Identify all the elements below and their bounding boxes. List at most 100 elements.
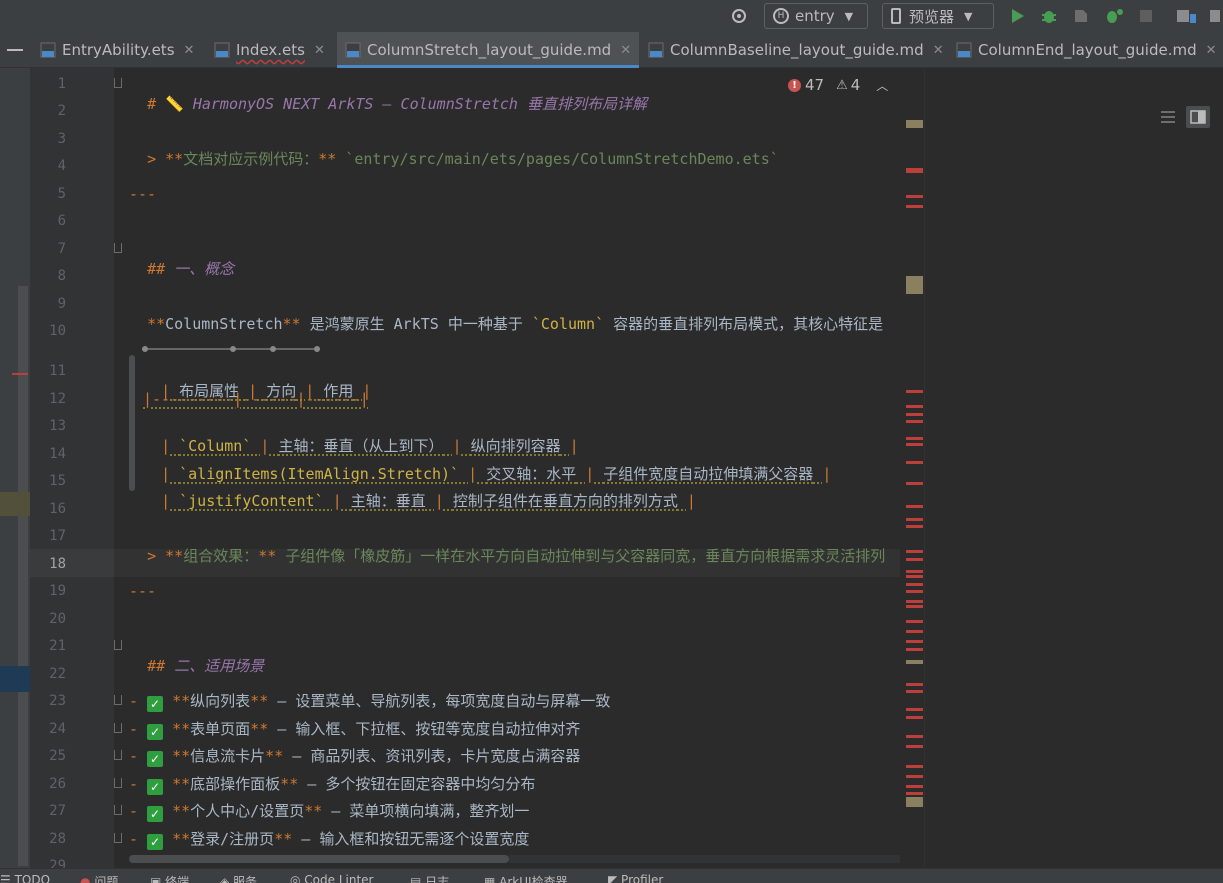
target-icon[interactable] bbox=[730, 3, 748, 29]
fold-icon[interactable] bbox=[114, 723, 122, 733]
error-mark[interactable] bbox=[906, 482, 923, 485]
inspection-widget[interactable]: ! 47 ⚠ 4 ︿ ﹀ bbox=[788, 74, 917, 96]
editor-only-icon[interactable] bbox=[1157, 106, 1179, 128]
error-mark[interactable] bbox=[906, 405, 923, 408]
debug-icon[interactable] bbox=[1040, 3, 1058, 29]
list-item[interactable]: - ✓ **个人中心/设置页** — 菜单项横向填满，整齐划一 bbox=[129, 801, 529, 822]
line-17[interactable]: > **组合效果：** 子组件像「橡皮筋」一样在水平方向自动拉伸到与父容器同宽，… bbox=[129, 526, 885, 566]
stop-icon[interactable] bbox=[1138, 3, 1154, 29]
table-separator[interactable]: |---------|------|------| bbox=[143, 389, 369, 409]
profile-icon[interactable] bbox=[1104, 3, 1124, 29]
previewer-dropdown[interactable]: 预览器 ▼ bbox=[882, 3, 994, 29]
tool-todo[interactable]: ☰ TODO bbox=[0, 873, 50, 883]
chevron-up-icon[interactable]: ︿ bbox=[876, 77, 888, 94]
close-icon[interactable]: ✕ bbox=[314, 43, 325, 58]
error-mark[interactable] bbox=[906, 690, 923, 693]
error-mark[interactable] bbox=[906, 525, 923, 528]
line-7[interactable]: ## 一、概念 bbox=[129, 239, 234, 279]
error-mark[interactable] bbox=[906, 570, 923, 573]
close-icon[interactable]: ✕ bbox=[620, 43, 631, 58]
editor-preview-icon[interactable] bbox=[1186, 106, 1210, 128]
tool-profiler[interactable]: ◤ Profiler bbox=[608, 873, 663, 883]
line-3[interactable]: > **文档对应示例代码：** `entry/src/main/ets/page… bbox=[129, 129, 779, 169]
warning-mark[interactable] bbox=[906, 120, 923, 128]
error-mark[interactable] bbox=[906, 745, 923, 748]
line-5[interactable]: --- bbox=[129, 184, 156, 204]
error-mark[interactable] bbox=[906, 716, 923, 719]
line-21[interactable]: ## 二、适用场景 bbox=[129, 636, 264, 676]
close-icon[interactable]: ✕ bbox=[184, 43, 195, 58]
error-mark[interactable] bbox=[906, 550, 923, 553]
warning-mark[interactable] bbox=[906, 797, 923, 807]
fold-icon[interactable] bbox=[114, 750, 122, 760]
tool-code-linter[interactable]: ◎ Code Linter bbox=[290, 873, 373, 883]
close-icon[interactable]: ✕ bbox=[933, 43, 944, 58]
error-mark[interactable] bbox=[906, 518, 923, 521]
error-stripe[interactable] bbox=[904, 68, 924, 868]
list-item[interactable]: - ✓ **登录/注册页** — 输入框和按钮无需逐个设置宽度 bbox=[129, 829, 529, 850]
error-mark[interactable] bbox=[906, 583, 923, 586]
fold-icon[interactable] bbox=[114, 805, 122, 815]
error-mark[interactable] bbox=[906, 170, 923, 173]
error-mark[interactable] bbox=[906, 205, 923, 208]
fold-icon[interactable] bbox=[114, 778, 122, 788]
error-mark[interactable] bbox=[906, 605, 923, 608]
error-mark[interactable] bbox=[906, 640, 923, 643]
tab-columnstretch[interactable]: ColumnStretch_layout_guide.md ✕ bbox=[337, 32, 639, 68]
tool-problems[interactable]: ● 问题 bbox=[80, 873, 118, 883]
fold-icon[interactable] bbox=[114, 695, 122, 705]
error-mark[interactable] bbox=[906, 735, 923, 738]
run-icon[interactable] bbox=[1008, 3, 1026, 29]
line-1[interactable]: # 📏 HarmonyOS NEXT ArkTS — ColumnStretch… bbox=[129, 74, 647, 114]
collapse-icon[interactable] bbox=[0, 32, 30, 68]
tool-services[interactable]: ◈ 服务 bbox=[220, 873, 257, 883]
error-mark[interactable] bbox=[906, 708, 923, 711]
error-mark[interactable] bbox=[906, 775, 923, 778]
error-mark[interactable] bbox=[906, 620, 923, 623]
error-mark[interactable] bbox=[906, 437, 923, 440]
error-mark[interactable] bbox=[906, 195, 923, 198]
error-mark[interactable] bbox=[906, 505, 923, 508]
warning-mark[interactable] bbox=[906, 276, 923, 294]
device-manager-icon[interactable] bbox=[1176, 3, 1198, 29]
error-mark[interactable] bbox=[906, 648, 923, 651]
fold-icon[interactable] bbox=[114, 833, 122, 843]
error-mark[interactable] bbox=[906, 765, 923, 768]
error-mark[interactable] bbox=[906, 390, 923, 393]
line-9[interactable]: **ColumnStretch** 是鸿蒙原生 ArkTS 中一种基于 `Col… bbox=[129, 294, 883, 334]
close-icon[interactable]: ✕ bbox=[1206, 43, 1217, 58]
tab-entryability[interactable]: EntryAbility.ets ✕ bbox=[40, 32, 194, 68]
error-mark[interactable] bbox=[906, 785, 923, 788]
error-mark[interactable] bbox=[906, 443, 923, 446]
error-mark[interactable] bbox=[906, 600, 923, 603]
list-item[interactable]: - ✓ **纵向列表** — 设置菜单、导航列表，每项宽度自动与屏幕一致 bbox=[129, 691, 610, 712]
error-mark[interactable] bbox=[906, 558, 923, 561]
error-mark[interactable] bbox=[906, 420, 923, 423]
error-mark[interactable] bbox=[906, 683, 923, 686]
tab-columnbaseline[interactable]: ColumnBaseline_layout_guide.md ✕ bbox=[648, 32, 944, 68]
list-item[interactable]: - ✓ **信息流卡片** — 商品列表、资讯列表，卡片宽度占满容器 bbox=[129, 746, 580, 767]
error-mark[interactable] bbox=[906, 575, 923, 578]
run-config-dropdown[interactable]: H entry ▼ bbox=[764, 3, 868, 29]
error-mark[interactable] bbox=[906, 590, 923, 593]
tool-terminal[interactable]: ▣ 终端 bbox=[150, 873, 189, 883]
table-row[interactable]: | `justifyContent` | 主轴：垂直 | 控制子组件在垂直方向的… bbox=[143, 471, 696, 511]
error-mark[interactable] bbox=[906, 630, 923, 633]
fold-icon[interactable] bbox=[114, 78, 122, 88]
fold-icon[interactable] bbox=[114, 243, 122, 253]
error-mark[interactable] bbox=[906, 413, 923, 416]
attach-debugger-icon[interactable] bbox=[1072, 3, 1090, 29]
error-mark[interactable] bbox=[906, 461, 923, 464]
tool-log[interactable]: ▤ 日志 bbox=[410, 873, 449, 883]
fold-icon[interactable] bbox=[114, 640, 122, 650]
warning-mark[interactable] bbox=[906, 660, 923, 664]
list-item[interactable]: - ✓ **表单页面** — 输入框、下拉框、按钮等宽度自动拉伸对齐 bbox=[129, 719, 580, 740]
tab-columnend[interactable]: ColumnEnd_layout_guide.md ✕ bbox=[956, 32, 1217, 68]
list-item[interactable]: - ✓ **底部操作面板** — 多个按钮在固定容器中均匀分布 bbox=[129, 774, 535, 795]
error-mark[interactable] bbox=[906, 792, 923, 795]
tool-arkui-inspector[interactable]: ▦ ArkUI检查器 bbox=[484, 873, 568, 883]
more-icon[interactable] bbox=[1210, 3, 1222, 29]
line-19[interactable]: --- bbox=[129, 581, 156, 601]
horizontal-scrollbar[interactable] bbox=[129, 855, 509, 863]
tab-index[interactable]: Index.ets ✕ bbox=[214, 32, 325, 68]
